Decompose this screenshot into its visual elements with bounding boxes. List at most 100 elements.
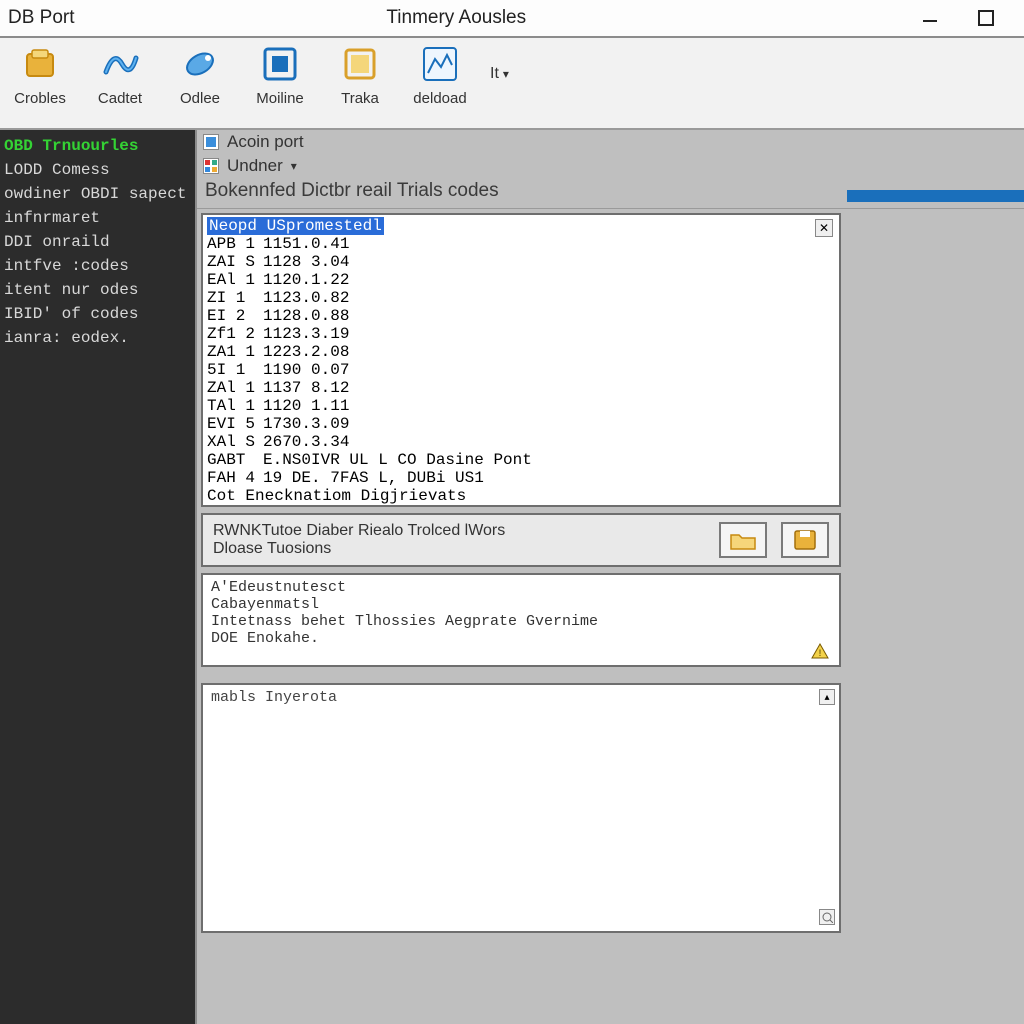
- toolbar-label: Crobles: [14, 90, 66, 107]
- code-cell: 1120 1.11: [263, 397, 349, 415]
- warning-icon: !: [811, 643, 829, 659]
- toolbar-item-odlee[interactable]: Odlee: [170, 44, 230, 107]
- code-row: EI 21128.0.88: [207, 307, 835, 325]
- minimize-button[interactable]: [918, 6, 942, 30]
- close-button[interactable]: ✕: [815, 219, 833, 237]
- folder-button[interactable]: [719, 522, 767, 558]
- code-row: ZAl 11137 8.12: [207, 379, 835, 397]
- code-row: 5I 11190 0.07: [207, 361, 835, 379]
- sidebar-item[interactable]: ianra: eodex.: [0, 326, 195, 350]
- sidebar: OBD Trnuourles LODD Comess owdiner OBDI …: [0, 130, 195, 1024]
- code-cell: Zf1 2: [207, 325, 263, 343]
- maximize-button[interactable]: [974, 6, 998, 30]
- toolbar-label: Moiline: [256, 90, 304, 107]
- code-footer: Cot Enecknatiom Digjrievats: [207, 487, 835, 505]
- code-cell: ZAl 1: [207, 379, 263, 397]
- tag-icon: [180, 44, 220, 84]
- svg-text:!: !: [817, 649, 823, 659]
- code-row: XAl S2670.3.34: [207, 433, 835, 451]
- toolbar-dropdown[interactable]: It ▾: [490, 54, 509, 94]
- toolbar-item-moiline[interactable]: Moiline: [250, 44, 310, 107]
- toolbar-item-traka[interactable]: Traka: [330, 44, 390, 107]
- breadcrumb-1[interactable]: Acoin port: [197, 130, 1024, 154]
- graph-icon: [420, 44, 460, 84]
- title-center: Tinmery Aousles: [35, 7, 878, 29]
- code-cell: 1128.0.88: [263, 307, 349, 325]
- codes-panel: ✕ Neopd USpromestedl APB 11151.0.41ZAI S…: [201, 213, 841, 507]
- detail-row: A'Edeustnutesct: [211, 579, 831, 596]
- code-cell: ZA1 1: [207, 343, 263, 361]
- scroll-up-button[interactable]: ▴: [819, 689, 835, 705]
- toolbar-dropdown-label: It: [490, 65, 499, 83]
- code-row: EVI 51730.3.09: [207, 415, 835, 433]
- details-panel: A'Edeustnutesct Cabayenmatsl Intetnass b…: [201, 573, 841, 667]
- code-cell: XAl S: [207, 433, 263, 451]
- code-cell: EAl 1: [207, 271, 263, 289]
- sidebar-item[interactable]: DDI onraild: [0, 230, 195, 254]
- chevron-down-icon: ▾: [503, 67, 509, 81]
- breadcrumb-label: Undner: [227, 156, 283, 176]
- code-row: TAl 11120 1.11: [207, 397, 835, 415]
- breadcrumb-2[interactable]: Undner ▾: [197, 154, 1024, 178]
- code-cell: 1128 3.04: [263, 253, 349, 271]
- code-cell: ZAI S: [207, 253, 263, 271]
- sidebar-item[interactable]: owdiner OBDI sapect odes: [0, 182, 195, 206]
- code-cell: 2670.3.34: [263, 433, 349, 451]
- codes-header: Neopd USpromestedl: [207, 217, 384, 235]
- app-window: DB Port Tinmery Aousles Crobles Cadtet: [0, 0, 1024, 1024]
- titlebar: DB Port Tinmery Aousles: [0, 0, 1024, 38]
- toolbar-item-cadtet[interactable]: Cadtet: [90, 44, 150, 107]
- code-cell: FAH 4: [207, 469, 263, 487]
- sidebar-item[interactable]: infnrmaret: [0, 206, 195, 230]
- sidebar-item[interactable]: LODD Comess: [0, 158, 195, 182]
- sidebar-item[interactable]: intfve :codes: [0, 254, 195, 278]
- code-cell: 1223.2.08: [263, 343, 349, 361]
- accent-bar: [847, 190, 1024, 202]
- wave-icon: [100, 44, 140, 84]
- toolbar-label: Cadtet: [98, 90, 142, 107]
- code-cell: EI 2: [207, 307, 263, 325]
- scroll-corner-icon: [819, 909, 835, 925]
- code-row: Zf1 21123.3.19: [207, 325, 835, 343]
- box-icon: [20, 44, 60, 84]
- window-controls: [918, 6, 998, 30]
- code-cell: GABT: [207, 451, 263, 469]
- code-cell: 1190 0.07: [263, 361, 349, 379]
- status-strip: RWNKTutoe Diaber Riealo Trolced lWors Dl…: [201, 513, 841, 567]
- detail-row: DOE Enokahe.: [211, 630, 831, 647]
- save-button[interactable]: [781, 522, 829, 558]
- code-cell: 1137 8.12: [263, 379, 349, 397]
- code-cell: EVI 5: [207, 415, 263, 433]
- code-cell: ZI 1: [207, 289, 263, 307]
- code-row: ZI 11123.0.82: [207, 289, 835, 307]
- detail-row: Intetnass behet Tlhossies Aegprate Gvern…: [211, 613, 831, 630]
- toolbar-item-crobles[interactable]: Crobles: [10, 44, 70, 107]
- toolbar-item-deldoad[interactable]: deldoad: [410, 44, 470, 107]
- code-cell: 1120.1.22: [263, 271, 349, 289]
- doc-icon: [203, 134, 219, 150]
- toolbar: Crobles Cadtet Odlee Moiline Traka: [0, 38, 1024, 130]
- sidebar-item[interactable]: itent nur odes: [0, 278, 195, 302]
- panel-icon: [260, 44, 300, 84]
- sidebar-item[interactable]: OBD Trnuourles: [0, 134, 195, 158]
- code-cell: 1151.0.41: [263, 235, 349, 253]
- code-row: ZA1 11223.2.08: [207, 343, 835, 361]
- code-cell: 19 DE. 7FAS L, DUBi US1: [263, 469, 484, 487]
- code-cell: 1123.3.19: [263, 325, 349, 343]
- code-row: EAl 11120.1.22: [207, 271, 835, 289]
- notes-panel[interactable]: ▴ mabls Inyerota: [201, 683, 841, 933]
- notes-text: mabls Inyerota: [203, 685, 839, 710]
- window-icon: [340, 44, 380, 84]
- main-area: Acoin port Undner ▾ Bokennfed Dictbr rea…: [195, 130, 1024, 1024]
- status-line: RWNKTutoe Diaber Riealo Trolced lWors: [213, 522, 505, 540]
- code-cell: TAl 1: [207, 397, 263, 415]
- detail-row: Cabayenmatsl: [211, 596, 831, 613]
- code-cell: APB 1: [207, 235, 263, 253]
- grid-icon: [203, 158, 219, 174]
- sidebar-item[interactable]: IBID' of codes: [0, 302, 195, 326]
- code-cell: 1123.0.82: [263, 289, 349, 307]
- toolbar-label: Traka: [341, 90, 379, 107]
- toolbar-label: deldoad: [413, 90, 466, 107]
- toolbar-label: Odlee: [180, 90, 220, 107]
- code-cell: E.NS0IVR UL L CO Dasine Pont: [263, 451, 532, 469]
